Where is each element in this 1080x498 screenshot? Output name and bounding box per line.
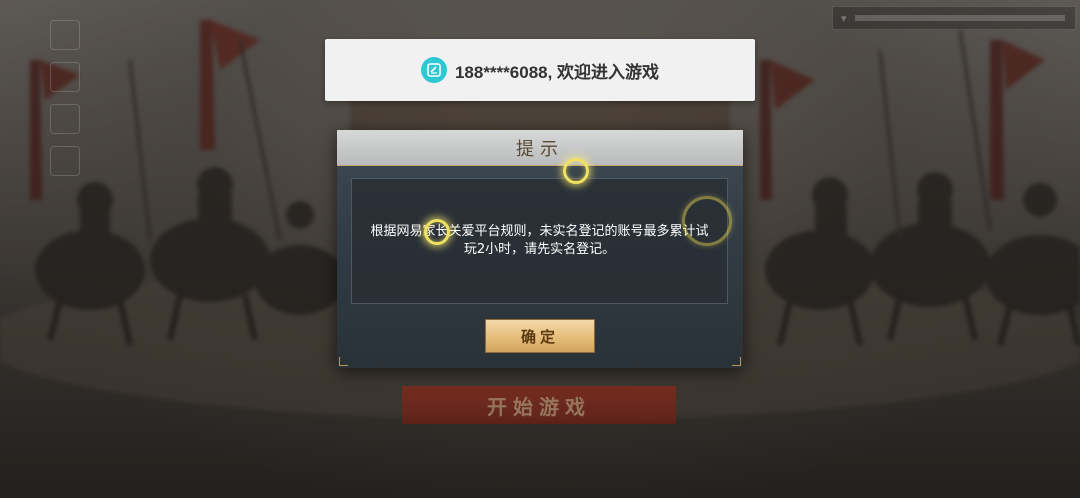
netease-account-icon [420,57,447,83]
sound-bar: ▾ [832,6,1076,30]
side-menu-slot [50,104,80,134]
confirm-label: 确定 [520,327,559,346]
touch-indicator [682,196,732,246]
confirm-button[interactable]: 确定 [485,319,595,353]
start-game-button: 开始游戏 [402,386,676,424]
footer-notice [10,458,730,488]
dialog-title: 提示 [516,138,564,160]
side-menu [50,20,80,280]
touch-indicator [563,158,589,184]
side-menu-slot [50,20,80,50]
touch-indicator [424,219,450,245]
dialog-body: 根据网易家长关爱平台规则，未实名登记的账号最多累计试玩2小时，请先实名登记。 [351,178,728,304]
corner-ornament [339,357,348,366]
game-screen: ▾ 开始游戏 188****6088, 欢迎进入游戏 提示 根据网易家长关爱平台… [0,0,1080,498]
start-game-label: 开始游戏 [487,394,591,419]
welcome-message: 188****6088, 欢迎进入游戏 [454,62,660,82]
side-menu-slot [50,146,80,176]
welcome-toast: 188****6088, 欢迎进入游戏 [325,39,755,101]
side-menu-slot [50,62,80,92]
notice-dialog: 提示 根据网易家长关爱平台规则，未实名登记的账号最多累计试玩2小时，请先实名登记… [337,130,743,368]
corner-ornament [732,357,741,366]
sound-bar-track [854,15,1065,21]
dialog-header: 提示 [337,130,743,166]
dialog-message: 根据网易家长关爱平台规则，未实名登记的账号最多累计试玩2小时，请先实名登记。 [370,224,709,257]
speaker-icon: ▾ [841,11,847,25]
